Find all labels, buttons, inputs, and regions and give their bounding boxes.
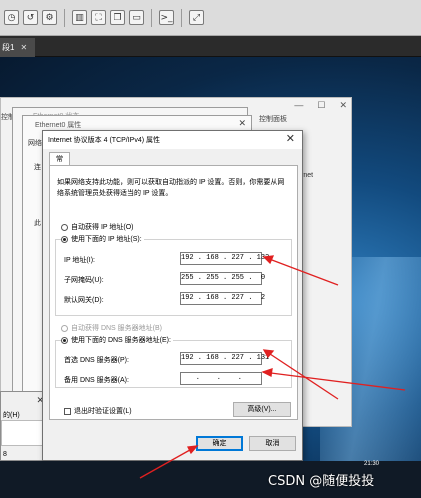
- window-controls: — ☐ ✕: [294, 100, 347, 111]
- auto-ip-label: 自动获得 IP 地址(O): [71, 224, 134, 231]
- window-icon[interactable]: ▭: [129, 10, 144, 25]
- close-icon[interactable]: ✕: [238, 118, 246, 129]
- auto-dns-label: 自动获得 DNS 服务器地址(B): [71, 325, 162, 332]
- minimize-icon[interactable]: —: [294, 100, 303, 111]
- stretch-icon[interactable]: ⤢: [189, 10, 204, 25]
- validate-on-exit-checkbox[interactable]: 退出时验证设置(L): [64, 406, 132, 416]
- radio-dot: [61, 235, 68, 243]
- tab-panel: 如果网络支持此功能，则可以获取自动指派的 IP 设置。否则，你需要从网络系统管理…: [49, 165, 298, 420]
- control-panel-search[interactable]: 控制面板: [259, 114, 287, 124]
- advanced-button[interactable]: 高级(V)...: [233, 402, 291, 417]
- window-title: Ethernet0 属性: [35, 122, 82, 129]
- default-gateway-label: 默认网关(D):: [64, 297, 104, 304]
- small-dialog-label: 的(H): [3, 412, 20, 419]
- subnet-mask-input[interactable]: 255 . 255 . 255 . 0: [180, 272, 265, 285]
- description-text: 如果网络支持此功能，则可以获取自动指派的 IP 设置。否则，你需要从网络系统管理…: [57, 179, 285, 197]
- preferred-dns-input[interactable]: 192 . 168 . 227 . 131: [180, 352, 269, 365]
- subnet-mask-label: 子网掩码(U):: [64, 277, 104, 284]
- small-dialog-number: 8: [3, 451, 7, 458]
- alternate-dns-label: 备用 DNS 服务器(A):: [64, 377, 129, 384]
- toolbar-separator: [181, 8, 182, 27]
- watermark: CSDN @随便投投: [268, 474, 375, 489]
- auto-ip-radio[interactable]: 自动获得 IP 地址(O): [61, 222, 133, 232]
- side-label: 此: [34, 220, 41, 227]
- validate-on-exit-label: 退出时验证设置(L): [74, 408, 132, 415]
- toolbar-separator: [64, 8, 65, 27]
- vm-tab-label: 段1: [2, 43, 15, 52]
- close-icon[interactable]: ✕: [20, 38, 27, 57]
- dialog-title: Internet 协议版本 4 (TCP/IPv4) 属性: [48, 137, 161, 144]
- side-label: 连: [34, 164, 41, 171]
- manual-dns-label: 使用下面的 DNS 服务器地址(E):: [71, 337, 171, 344]
- manual-dns-radio[interactable]: 使用下面的 DNS 服务器地址(E):: [61, 335, 173, 345]
- ok-button[interactable]: 确定: [196, 436, 243, 451]
- ip-address-input[interactable]: 192 . 168 . 227 . 132: [180, 252, 269, 265]
- cancel-button[interactable]: 取消: [249, 436, 296, 451]
- radio-dot: [61, 336, 68, 344]
- small-dialog-list: [1, 420, 43, 446]
- dialog-titlebar: Internet 协议版本 4 (TCP/IPv4) 属性 ✕: [43, 131, 302, 149]
- tray-clock: 21:30: [364, 461, 380, 467]
- manage-icon[interactable]: ⚙: [42, 10, 57, 25]
- ip-address-label: IP 地址(I):: [64, 257, 95, 264]
- close-icon[interactable]: ✕: [286, 132, 295, 145]
- revert-icon[interactable]: ↺: [23, 10, 38, 25]
- console-icon[interactable]: >_: [159, 10, 174, 25]
- sidebar-toggle-icon[interactable]: ▥: [72, 10, 87, 25]
- alternate-dns-input[interactable]: . . .: [180, 372, 262, 385]
- vm-toolbar: ◷ ↺ ⚙ ▥ ⛶ ❐ ▭ >_ ⤢: [0, 0, 421, 36]
- close-icon[interactable]: ✕: [339, 100, 347, 111]
- vm-tab-bar: 段1 ✕: [0, 36, 421, 57]
- checkbox-box: [64, 407, 71, 415]
- manual-ip-radio[interactable]: 使用下面的 IP 地址(S):: [61, 234, 144, 244]
- radio-dot: [61, 223, 68, 231]
- tab-general[interactable]: 常规: [49, 152, 70, 176]
- ipv4-properties-dialog: Internet 协议版本 4 (TCP/IPv4) 属性 ✕ 常规 如果网络支…: [42, 130, 303, 461]
- unity-icon[interactable]: ❐: [110, 10, 125, 25]
- maximize-icon[interactable]: ☐: [317, 100, 325, 111]
- fullscreen-icon[interactable]: ⛶: [91, 10, 106, 25]
- snapshot-icon[interactable]: ◷: [4, 10, 19, 25]
- manual-ip-label: 使用下面的 IP 地址(S):: [71, 236, 142, 243]
- radio-dot: [61, 324, 68, 332]
- vm-tab[interactable]: 段1 ✕: [0, 38, 36, 57]
- auto-dns-radio[interactable]: 自动获得 DNS 服务器地址(B): [61, 323, 162, 333]
- preferred-dns-label: 首选 DNS 服务器(P):: [64, 357, 129, 364]
- default-gateway-input[interactable]: 192 . 168 . 227 . 2: [180, 292, 265, 305]
- toolbar-separator: [151, 8, 152, 27]
- side-label: 网络: [28, 140, 42, 147]
